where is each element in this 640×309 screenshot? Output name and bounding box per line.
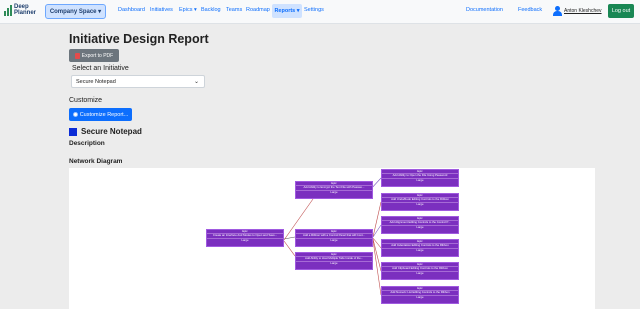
node-size: Large (330, 238, 338, 242)
node-size: Large (416, 271, 424, 275)
diagram-node[interactable]: Epic Add Indentation Editing Controls to… (381, 239, 459, 257)
node-size: Large (241, 238, 249, 242)
logo-line-2: Planner (14, 10, 37, 16)
node-size: Large (330, 190, 338, 194)
diagram-node[interactable]: Epic Create an Interface And Modes to Op… (206, 229, 284, 247)
node-size: Large (330, 261, 338, 265)
diagram-node[interactable]: Epic Add Ability to Open the File Using … (381, 169, 459, 187)
node-size: Large (416, 295, 424, 299)
diagram-node[interactable]: Epic Add Clipboard Editing Controls to t… (381, 262, 459, 280)
node-size: Large (416, 248, 424, 252)
diagram-node[interactable]: Epic Add Ability to Host Multiple Tabs I… (295, 252, 373, 270)
nav-teams[interactable]: Teams (226, 7, 242, 13)
diagram-node[interactable]: Epic Add Undo/Redo Editing Controls to t… (381, 193, 459, 211)
nav-documentation[interactable]: Documentation (466, 7, 503, 13)
chart-bars-icon (4, 4, 12, 16)
initiative-name: Secure Notepad (81, 127, 142, 136)
nav-roadmap[interactable]: Roadmap (246, 7, 270, 13)
pdf-icon (74, 52, 80, 59)
network-diagram-heading: Network Diagram (69, 158, 123, 165)
node-size: Large (416, 178, 424, 182)
gear-icon (72, 112, 78, 117)
node-size: Large (416, 202, 424, 206)
nav-dashboard[interactable]: Dashboard (118, 7, 145, 13)
export-pdf-button[interactable]: Export to PDF (69, 49, 119, 62)
user-menu[interactable]: Anton Kleshchev (553, 6, 602, 16)
logo-text: Deep Planner (14, 4, 36, 16)
diagram-node[interactable]: Epic Add Alignment Editing Controls to t… (381, 216, 459, 234)
nav-reports-dropdown[interactable]: Reports ▾ (272, 4, 302, 18)
customize-report-button[interactable]: Customize Report... (69, 108, 132, 121)
logout-button[interactable]: Log out (608, 4, 634, 18)
app-logo[interactable]: Deep Planner (4, 4, 36, 16)
initiative-select-value: Secure Notepad (76, 78, 116, 85)
page-title: Initiative Design Report (69, 32, 209, 46)
export-pdf-label: Export to PDF (81, 52, 114, 59)
diagram-node[interactable]: Epic Add Ability to Encrypt the Text Fil… (295, 181, 373, 199)
nav-feedback[interactable]: Feedback (518, 7, 542, 13)
initiative-color-swatch (69, 128, 77, 136)
node-size: Large (416, 225, 424, 229)
diagram-node[interactable]: Epic Add a Ribbon with a Control Panel t… (295, 229, 373, 247)
customize-heading: Customize (69, 97, 103, 104)
nav-epics-dropdown[interactable]: Epics ▾ (179, 7, 197, 13)
nav-backlog[interactable]: Backlog (201, 7, 221, 13)
nav-initiatives[interactable]: Initiatives (150, 7, 173, 13)
edge (283, 240, 296, 257)
description-heading: Description (69, 140, 105, 147)
network-diagram: Epic Create an Interface And Modes to Op… (69, 168, 595, 309)
user-name[interactable]: Anton Kleshchev (564, 8, 602, 14)
initiative-select[interactable]: Secure Notepad ⌄ (71, 75, 205, 88)
chevron-down-icon: ⌄ (193, 79, 199, 85)
select-initiative-label: Select an Initiative (72, 65, 129, 72)
customize-report-label: Customize Report... (79, 111, 129, 118)
company-space-dropdown[interactable]: Company Space ▾ (45, 4, 106, 19)
navbar: Deep Planner Company Space ▾ Dashboard I… (0, 0, 640, 24)
diagram-node[interactable]: Epic Add Numeric List Editing Controls t… (381, 286, 459, 304)
user-icon (553, 6, 562, 16)
nav-settings[interactable]: Settings (304, 7, 324, 13)
edge (372, 201, 382, 238)
edge (372, 239, 382, 296)
